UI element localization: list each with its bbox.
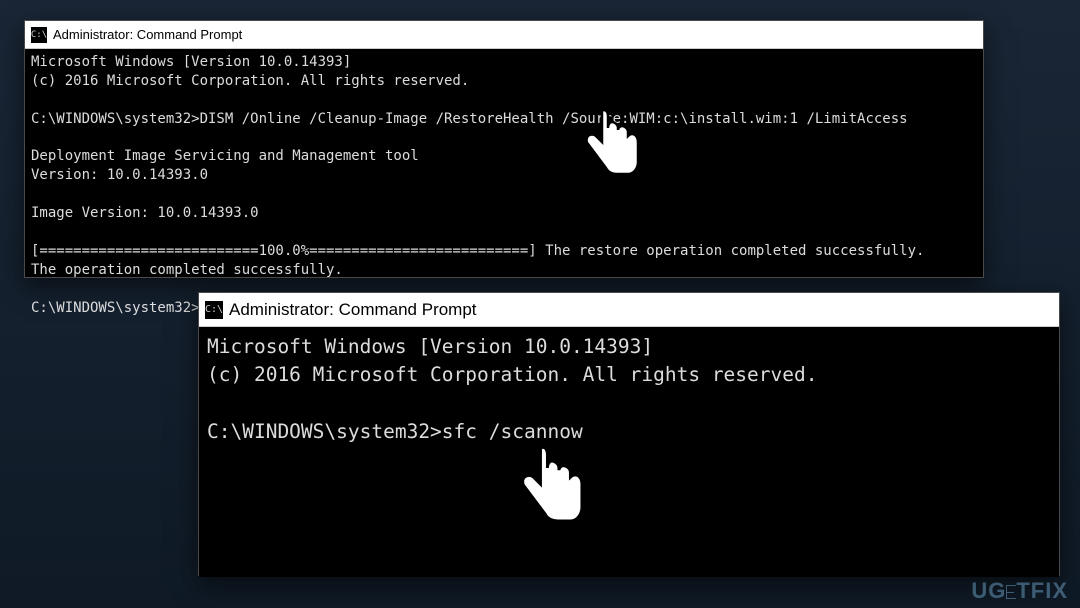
console-output[interactable]: Microsoft Windows [Version 10.0.14393] (…	[25, 49, 983, 277]
window-title: Administrator: Command Prompt	[53, 27, 242, 42]
watermark: UG TFIX	[971, 578, 1068, 604]
cmd-window-sfc: C:\ Administrator: Command Prompt Micros…	[198, 292, 1060, 576]
titlebar[interactable]: C:\ Administrator: Command Prompt	[25, 21, 983, 49]
cmd-window-dism: C:\ Administrator: Command Prompt Micros…	[24, 20, 984, 278]
titlebar[interactable]: C:\ Administrator: Command Prompt	[199, 293, 1059, 327]
watermark-prefix: UG	[971, 578, 1006, 603]
console-output[interactable]: Microsoft Windows [Version 10.0.14393] (…	[199, 327, 1059, 577]
window-title: Administrator: Command Prompt	[229, 300, 477, 320]
watermark-suffix: TFIX	[1016, 578, 1068, 603]
cmd-icon: C:\	[205, 301, 223, 319]
watermark-e-icon	[1006, 585, 1016, 599]
cmd-icon: C:\	[31, 27, 47, 43]
